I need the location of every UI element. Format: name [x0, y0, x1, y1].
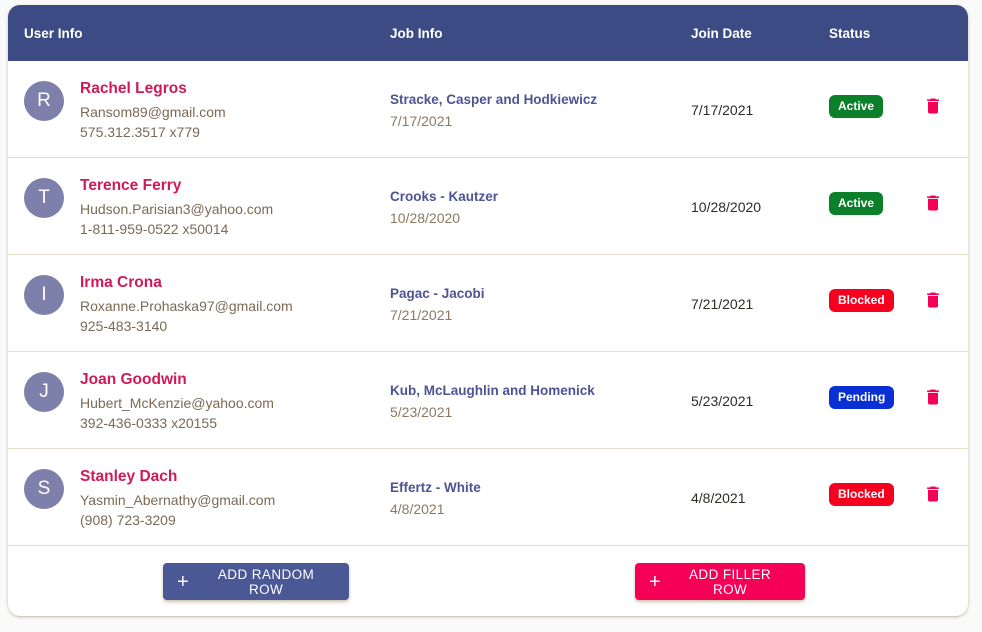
table-footer: + ADD RANDOM ROW + ADD FILLER ROW [8, 546, 968, 616]
avatar: T [24, 178, 64, 218]
user-phone: (908) 723-3209 [80, 512, 176, 528]
status-badge: Blocked [829, 289, 894, 312]
user-email: Roxanne.Prohaska97@gmail.com [80, 298, 293, 314]
delete-row-button[interactable] [923, 387, 943, 407]
trash-icon [927, 486, 939, 502]
job-company: Kub, McLaughlin and Homenick [390, 383, 595, 398]
add-filler-row-button[interactable]: + ADD FILLER ROW [635, 563, 805, 600]
job-date: 5/23/2021 [390, 404, 453, 420]
user-email: Hudson.Parisian3@yahoo.com [80, 201, 274, 217]
trash-icon [927, 292, 939, 308]
join-date: 5/23/2021 [691, 393, 754, 409]
join-date: 7/17/2021 [691, 102, 754, 118]
avatar: I [24, 275, 64, 315]
job-company: Pagac - Jacobi [390, 286, 485, 301]
add-random-row-label: ADD RANDOM ROW [217, 566, 315, 597]
job-company: Stracke, Casper and Hodkiewicz [390, 92, 598, 107]
user-phone: 925-483-3140 [80, 318, 168, 334]
job-company: Crooks - Kautzer [390, 189, 499, 204]
trash-icon [927, 389, 939, 405]
job-date: 7/21/2021 [390, 307, 453, 323]
user-phone: 1-811-959-0522 x50014 [80, 221, 229, 237]
join-date: 4/8/2021 [691, 490, 746, 506]
avatar: S [24, 469, 64, 509]
avatar: R [24, 81, 64, 121]
status-badge: Active [829, 192, 884, 215]
delete-row-button[interactable] [923, 96, 943, 116]
user-phone: 575.312.3517 x779 [80, 124, 200, 140]
trash-icon [927, 195, 939, 211]
table-row: T Terence Ferry Hudson.Parisian3@yahoo.c… [8, 158, 968, 255]
job-date: 4/8/2021 [390, 501, 445, 517]
user-name: Stanley Dach [80, 468, 178, 485]
user-name: Irma Crona [80, 274, 162, 291]
delete-row-button[interactable] [923, 484, 943, 504]
add-filler-row-label: ADD FILLER ROW [689, 566, 772, 597]
delete-row-button[interactable] [923, 290, 943, 310]
status-badge: Pending [829, 386, 895, 409]
header-status: Status [829, 26, 871, 41]
status-badge: Active [829, 95, 884, 118]
user-email: Hubert_McKenzie@yahoo.com [80, 395, 274, 411]
table-row: I Irma Crona Roxanne.Prohaska97@gmail.co… [8, 255, 968, 352]
avatar: J [24, 372, 64, 412]
plus-icon: + [177, 570, 190, 593]
table-row: R Rachel Legros Ransom89@gmail.com 575.3… [8, 61, 968, 158]
job-date: 7/17/2021 [390, 113, 453, 129]
table-header: User Info Job Info Join Date Status [8, 5, 968, 61]
join-date: 7/21/2021 [691, 296, 754, 312]
table-row: S Stanley Dach Yasmin_Abernathy@gmail.co… [8, 449, 968, 546]
table-row: J Joan Goodwin Hubert_McKenzie@yahoo.com… [8, 352, 968, 449]
user-email: Ransom89@gmail.com [80, 104, 226, 120]
job-date: 10/28/2020 [390, 210, 461, 226]
user-name: Joan Goodwin [80, 371, 187, 388]
delete-row-button[interactable] [923, 193, 943, 213]
add-random-row-button[interactable]: + ADD RANDOM ROW [163, 563, 349, 600]
status-badge: Blocked [829, 483, 894, 506]
plus-icon: + [649, 570, 662, 593]
header-join-date: Join Date [691, 26, 752, 41]
user-email: Yasmin_Abernathy@gmail.com [80, 492, 276, 508]
header-user-info: User Info [24, 26, 83, 41]
user-phone: 392-436-0333 x20155 [80, 415, 218, 431]
user-name: Terence Ferry [80, 177, 182, 194]
header-job-info: Job Info [390, 26, 443, 41]
user-name: Rachel Legros [80, 80, 187, 97]
users-table-card: User Info Job Info Join Date Status R Ra… [8, 5, 968, 616]
table-body: R Rachel Legros Ransom89@gmail.com 575.3… [8, 61, 968, 546]
join-date: 10/28/2020 [691, 199, 762, 215]
trash-icon [927, 98, 939, 114]
job-company: Effertz - White [390, 480, 481, 495]
